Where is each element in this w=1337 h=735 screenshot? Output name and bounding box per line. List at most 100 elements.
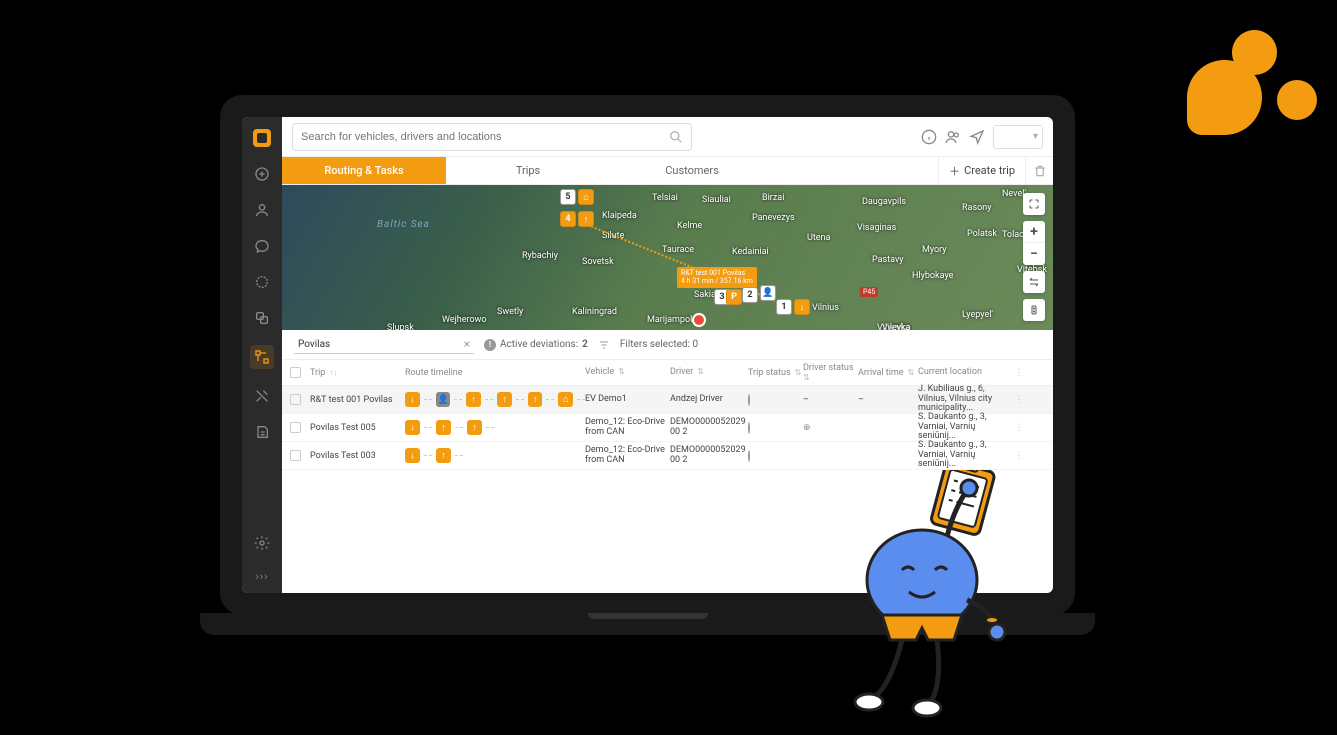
wheel-icon: ⊕ bbox=[803, 423, 811, 433]
city-label: Kaliningrad bbox=[572, 307, 617, 317]
status-icon bbox=[748, 422, 750, 434]
dashboard-icon[interactable] bbox=[253, 165, 271, 183]
timeline-step-icon: ↓ bbox=[405, 448, 420, 463]
city-label: Utena bbox=[807, 233, 830, 243]
col-more-icon[interactable]: ⋮ bbox=[1013, 368, 1025, 378]
city-label: Daugavpils bbox=[862, 197, 906, 207]
map-marker[interactable]: 2 bbox=[742, 287, 758, 303]
city-label: Vitebsk bbox=[1017, 265, 1047, 275]
tools-icon[interactable] bbox=[253, 387, 271, 405]
filter-input[interactable]: Povilas × bbox=[294, 335, 474, 354]
layers-button[interactable] bbox=[1023, 271, 1045, 293]
city-label: Marijampole bbox=[647, 315, 697, 325]
row-more-icon[interactable]: ⋮ bbox=[1013, 395, 1025, 405]
tab-routing[interactable]: Routing & Tasks bbox=[282, 157, 446, 184]
target-icon[interactable] bbox=[253, 273, 271, 291]
map-marker[interactable]: 3 bbox=[714, 289, 730, 305]
tab-trips[interactable]: Trips bbox=[446, 157, 610, 184]
users-icon[interactable] bbox=[945, 129, 961, 145]
user-icon[interactable] bbox=[253, 201, 271, 219]
create-trip-label: Create trip bbox=[964, 164, 1015, 177]
deviations-badge[interactable]: ! Active deviations: 2 bbox=[484, 339, 588, 351]
map-marker[interactable]: 1 bbox=[776, 299, 792, 315]
col-vehicle[interactable]: Vehicle ⇅ bbox=[585, 368, 670, 378]
col-arrival[interactable]: Arrival time ⇅ bbox=[858, 368, 918, 378]
search-icon[interactable] bbox=[669, 130, 683, 144]
city-label: Wejherowo bbox=[442, 315, 487, 325]
cell-trip: R&T test 001 Povilas bbox=[310, 395, 405, 405]
traffic-button[interactable] bbox=[1023, 299, 1045, 321]
cell-timeline: ↓↑↑ bbox=[405, 420, 585, 435]
chat-icon[interactable] bbox=[253, 237, 271, 255]
city-label: Polatsk bbox=[967, 229, 997, 239]
status-icon bbox=[748, 450, 750, 462]
timeline-step-icon: ↓ bbox=[405, 420, 420, 435]
reports-icon[interactable] bbox=[253, 423, 271, 441]
cell-vehicle: Demo_12: Eco-Drive from CAN bbox=[585, 446, 670, 466]
city-label: Lyepyel' bbox=[962, 310, 993, 320]
row-more-icon[interactable]: ⋮ bbox=[1013, 423, 1025, 433]
copy-icon[interactable] bbox=[253, 309, 271, 327]
city-label: Panevezys bbox=[752, 213, 795, 223]
expand-sidebar-button[interactable]: ››› bbox=[256, 570, 269, 583]
trips-table: Trip ↑↓ Route timeline Vehicle ⇅ Driver … bbox=[282, 360, 1053, 593]
city-label: Slupsk bbox=[387, 323, 414, 330]
create-trip-button[interactable]: ＋ Create trip bbox=[938, 157, 1025, 184]
city-label: Tolachi bbox=[1002, 230, 1031, 240]
route-line bbox=[580, 221, 775, 302]
city-label: Vileyka bbox=[882, 323, 911, 330]
row-checkbox[interactable] bbox=[290, 394, 301, 405]
info-icon[interactable] bbox=[921, 129, 937, 145]
table-row[interactable]: Povilas Test 003 ↓↑ Demo_12: Eco-Drive f… bbox=[282, 442, 1053, 470]
col-trip[interactable]: Trip ↑↓ bbox=[310, 368, 405, 378]
map-marker-down-icon[interactable]: ↓ bbox=[794, 299, 810, 315]
plus-icon: ＋ bbox=[949, 163, 960, 179]
table-header: Trip ↑↓ Route timeline Vehicle ⇅ Driver … bbox=[282, 360, 1053, 386]
timeline-step-icon: ↑ bbox=[497, 392, 512, 407]
row-checkbox[interactable] bbox=[290, 422, 301, 433]
zoom-control: + − bbox=[1023, 221, 1045, 265]
col-trip-status[interactable]: Trip status ⇅ bbox=[748, 368, 803, 378]
search-input[interactable] bbox=[301, 131, 669, 143]
timeline-dash bbox=[424, 455, 432, 456]
map-marker[interactable]: 4 bbox=[560, 211, 576, 227]
zoom-in-button[interactable]: + bbox=[1023, 221, 1045, 243]
select-all-checkbox[interactable] bbox=[290, 367, 301, 378]
cell-location: S. Daukanto g., 3, Varniai, Varnių seniū… bbox=[918, 413, 1013, 443]
table-row[interactable]: Povilas Test 005 ↓↑↑ Demo_12: Eco-Drive … bbox=[282, 414, 1053, 442]
col-driver-status[interactable]: Driver status ⇅ bbox=[803, 363, 858, 383]
map-marker-user-icon[interactable]: 👤 bbox=[760, 285, 776, 301]
filter-bar: Povilas × ! Active deviations: 2 Filters… bbox=[282, 330, 1053, 360]
row-checkbox[interactable] bbox=[290, 450, 301, 461]
city-label: Swetly bbox=[497, 307, 523, 317]
location-arrow-icon[interactable] bbox=[969, 129, 985, 145]
row-more-icon[interactable]: ⋮ bbox=[1013, 451, 1025, 461]
routing-icon[interactable] bbox=[250, 345, 274, 369]
cell-driver: Andzej Driver bbox=[670, 395, 748, 405]
clear-filter-icon[interactable]: × bbox=[464, 337, 470, 351]
col-driver[interactable]: Driver ⇅ bbox=[670, 368, 748, 378]
map-marker[interactable]: 5 bbox=[560, 189, 576, 205]
map[interactable]: Baltic Sea Nevel'RasonyTolachiKlaipedaTe… bbox=[282, 185, 1053, 330]
language-select[interactable]: ▾ bbox=[993, 125, 1043, 149]
cell-trip-status bbox=[748, 451, 803, 461]
filter-icon[interactable] bbox=[598, 339, 610, 351]
sea-label: Baltic Sea bbox=[377, 219, 430, 230]
map-pin-icon[interactable] bbox=[692, 313, 706, 327]
map-marker-bed-icon[interactable]: ⌂ bbox=[578, 189, 594, 205]
timeline-step-icon: ↑ bbox=[436, 420, 451, 435]
delete-button[interactable] bbox=[1025, 157, 1053, 184]
fullscreen-button[interactable] bbox=[1023, 193, 1045, 215]
status-icon bbox=[748, 394, 750, 406]
city-label: Klaipeda bbox=[602, 211, 637, 221]
map-marker-up-icon[interactable]: ↑ bbox=[578, 211, 594, 227]
search-container bbox=[292, 123, 692, 151]
timeline-step-icon: ↓ bbox=[405, 392, 420, 407]
table-row[interactable]: R&T test 001 Povilas ↓👤↑↑↑⌂ EV Demo1 And… bbox=[282, 386, 1053, 414]
timeline-step-icon: ↑ bbox=[528, 392, 543, 407]
map-marker-park-icon[interactable]: P bbox=[726, 289, 742, 305]
tab-customers[interactable]: Customers bbox=[610, 157, 774, 184]
cell-location: S. Daukanto g., 3, Varniai, Varnių seniū… bbox=[918, 441, 1013, 471]
zoom-out-button[interactable]: − bbox=[1023, 243, 1045, 265]
settings-icon[interactable] bbox=[253, 534, 271, 552]
